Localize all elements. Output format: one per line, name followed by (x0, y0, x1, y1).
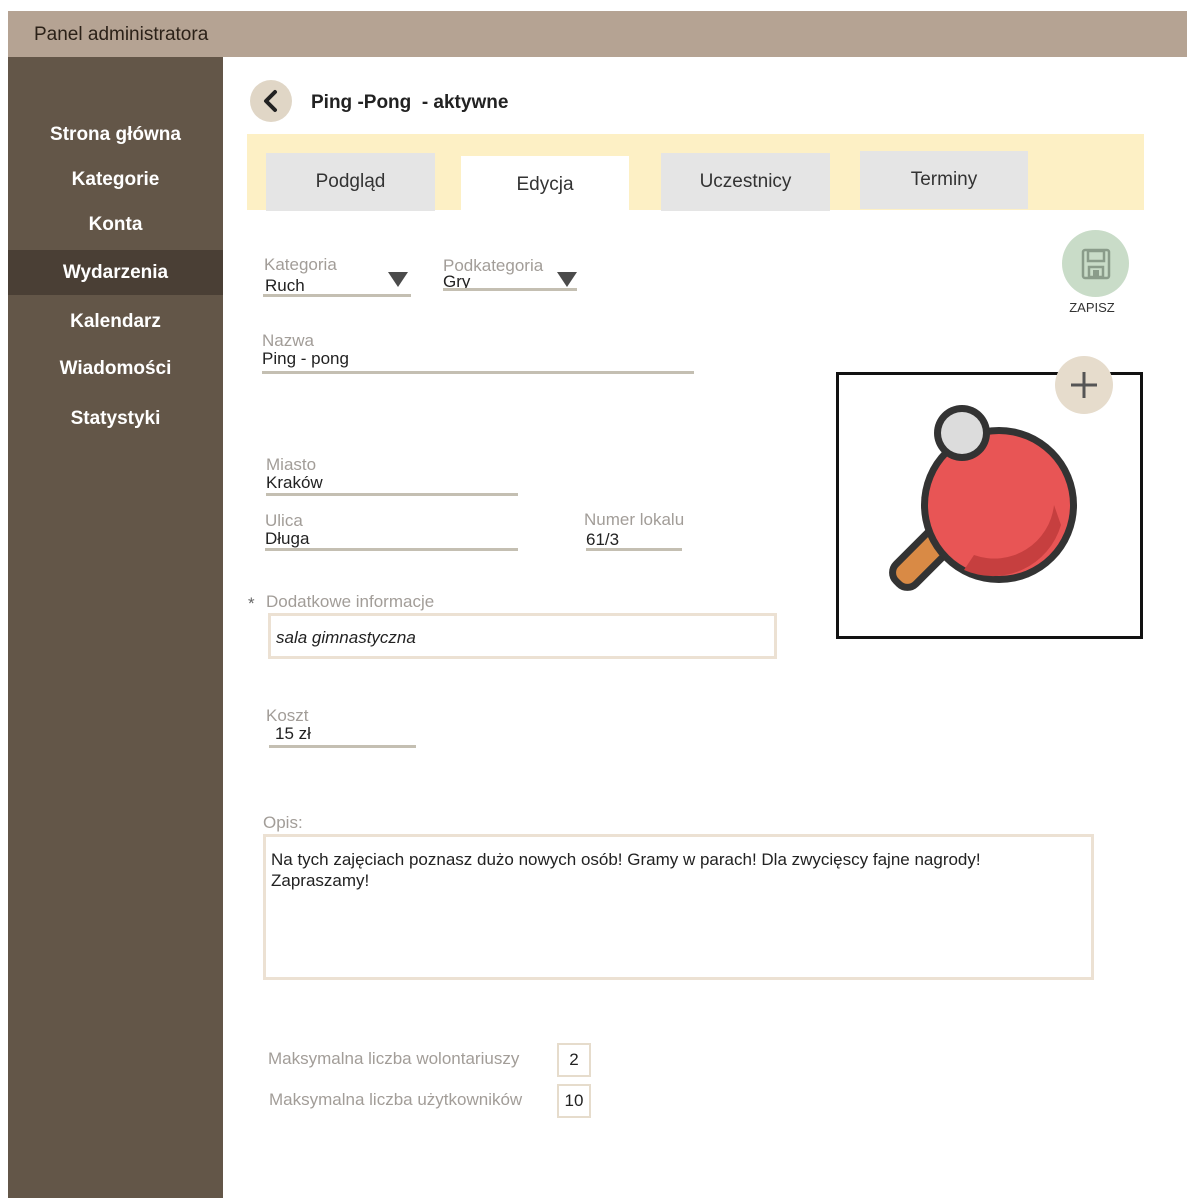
event-image[interactable] (836, 372, 1143, 639)
city-input[interactable]: Kraków (266, 473, 323, 493)
sidebar-item-categories[interactable]: Kategorie (8, 169, 223, 191)
add-image-button[interactable] (1055, 356, 1113, 414)
save-button[interactable] (1062, 230, 1129, 297)
max-volunteers-label: Maksymalna liczba wolontariuszy (268, 1049, 520, 1068)
required-asterisk: * (248, 594, 255, 613)
max-users-label: Maksymalna liczba użytkowników (269, 1090, 523, 1109)
tab-dates[interactable]: Terminy (860, 151, 1028, 209)
street-underline (265, 548, 518, 551)
subcategory-underline (443, 288, 577, 291)
description-line: Zapraszamy! (271, 871, 370, 890)
name-underline (262, 371, 694, 374)
app-title: Panel administratora (34, 24, 209, 45)
plus-icon (1071, 372, 1097, 398)
floppy-disk-icon (1081, 248, 1110, 279)
unit-input[interactable]: 61/3 (586, 530, 619, 550)
page-title: Ping -Pong - aktywne (311, 92, 509, 113)
max-users-input[interactable]: 10 (557, 1084, 591, 1118)
sidebar-item-events[interactable]: Wydarzenia (8, 250, 223, 295)
ping-pong-paddle-icon (889, 405, 1077, 591)
sidebar-item-accounts[interactable]: Konta (8, 214, 223, 236)
sidebar-item-messages[interactable]: Wiadomości (8, 358, 223, 380)
additional-info-label: Dodatkowe informacje (266, 592, 435, 611)
additional-info-input[interactable]: sala gimnastyczna (268, 613, 777, 659)
tab-bar: Podgląd Edycja Uczestnicy Terminy (247, 134, 1144, 214)
top-bar: Panel administratora (8, 11, 1187, 57)
street-input[interactable]: Długa (265, 529, 309, 549)
category-dropdown-icon[interactable] (388, 272, 408, 287)
category-underline (263, 294, 411, 297)
max-volunteers-input[interactable]: 2 (557, 1043, 591, 1077)
chevron-left-icon (264, 90, 277, 112)
tab-preview[interactable]: Podgląd (266, 153, 435, 211)
description-line: Na tych zajęciach poznasz dużo nowych os… (271, 850, 981, 869)
cost-input[interactable]: 15 zł (275, 724, 311, 744)
name-input[interactable]: Ping - pong (262, 349, 349, 369)
subcategory-dropdown-icon[interactable] (557, 272, 577, 287)
description-textarea[interactable]: Na tych zajęciach poznasz dużo nowych os… (263, 834, 1094, 980)
tab-edit[interactable]: Edycja (461, 156, 629, 214)
tab-participants[interactable]: Uczestnicy (661, 153, 830, 211)
city-label: Miasto (266, 455, 317, 474)
cost-label: Koszt (266, 706, 309, 725)
city-underline (266, 493, 518, 496)
sidebar-item-home[interactable]: Strona główna (8, 124, 223, 146)
category-select[interactable]: Ruch (265, 276, 305, 296)
description-label: Opis: (263, 813, 303, 832)
street-label: Ulica (265, 511, 303, 530)
sidebar: Strona główna Kategorie Konta Wydarzenia… (8, 57, 223, 1198)
unit-underline (586, 548, 682, 551)
category-label: Kategoria (264, 255, 337, 274)
sidebar-item-statistics[interactable]: Statystyki (8, 408, 223, 430)
save-label: ZAPISZ (1069, 300, 1115, 315)
unit-label: Numer lokalu (584, 510, 685, 529)
back-button[interactable] (250, 80, 292, 122)
name-label: Nazwa (262, 331, 314, 350)
sidebar-item-calendar[interactable]: Kalendarz (8, 311, 223, 333)
cost-underline (269, 745, 416, 748)
